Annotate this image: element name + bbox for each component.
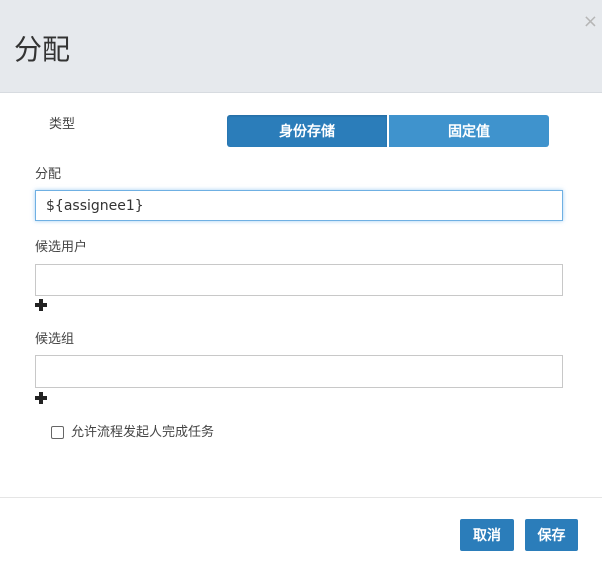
candidate-groups-label: 候选组 xyxy=(35,332,75,347)
assignee-label: 分配 xyxy=(35,167,62,182)
type-option-identity-store[interactable]: 身份存储 xyxy=(227,115,387,147)
dialog-header: 分配 × xyxy=(0,0,602,93)
dialog-title: 分配 xyxy=(14,33,71,66)
close-icon[interactable]: × xyxy=(583,12,598,32)
save-button[interactable]: 保存 xyxy=(525,519,578,551)
candidate-groups-input[interactable] xyxy=(35,355,563,388)
allow-initiator-label: 允许流程发起人完成任务 xyxy=(71,425,215,440)
add-candidate-user-icon[interactable] xyxy=(35,299,47,311)
candidate-users-input[interactable] xyxy=(35,264,563,296)
allow-initiator-checkbox[interactable] xyxy=(51,426,64,439)
assignment-dialog: 分配 × 类型 身份存储 固定值 分配 候选用户 候选组 允许流程发起人完成任务… xyxy=(0,0,602,572)
candidate-users-label: 候选用户 xyxy=(35,240,88,255)
cancel-button[interactable]: 取消 xyxy=(460,519,514,551)
footer-divider xyxy=(0,497,602,498)
assignee-input[interactable] xyxy=(35,190,563,221)
add-candidate-group-icon[interactable] xyxy=(35,392,47,404)
type-option-fixed-value[interactable]: 固定值 xyxy=(389,115,549,147)
type-label: 类型 xyxy=(49,117,76,132)
